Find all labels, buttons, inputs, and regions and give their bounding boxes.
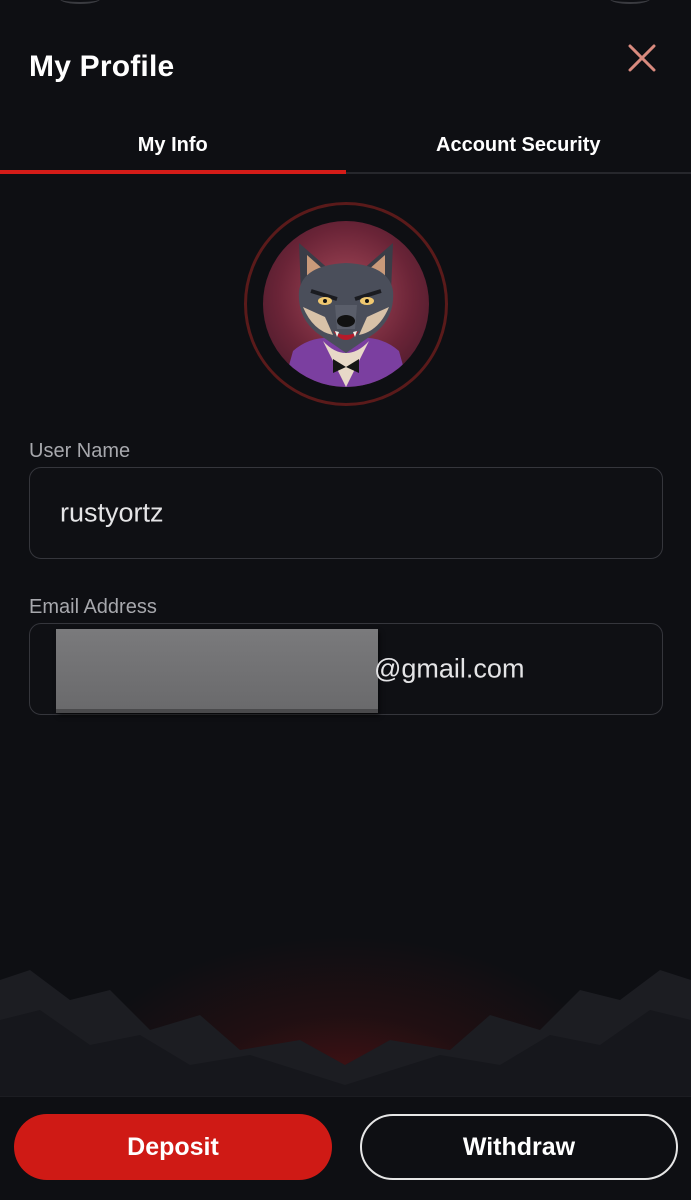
tab-label: Account Security <box>436 133 601 156</box>
withdraw-button[interactable]: Withdraw <box>360 1114 678 1180</box>
username-field[interactable]: rustyortz <box>29 467 663 559</box>
deposit-button[interactable]: Deposit <box>14 1114 332 1180</box>
withdraw-label: Withdraw <box>462 1132 576 1161</box>
page-title: My Profile <box>29 50 175 83</box>
close-icon <box>628 44 656 72</box>
redaction-block <box>56 629 378 713</box>
avatar[interactable] <box>263 221 429 387</box>
status-decoration <box>60 0 100 4</box>
close-button[interactable] <box>620 36 664 80</box>
tab-account-security[interactable]: Account Security <box>346 118 691 172</box>
tab-my-info[interactable]: My Info <box>0 118 346 174</box>
wolf-avatar-icon <box>283 243 409 387</box>
username-label: User Name <box>29 440 131 462</box>
deposit-label: Deposit <box>127 1132 219 1161</box>
status-decoration <box>610 0 650 4</box>
mountain-silhouette <box>0 970 691 1100</box>
profile-screen: My Profile My Info Account Security User… <box>0 0 691 1200</box>
profile-tabs: My Info Account Security <box>0 118 691 174</box>
username-value: rustyortz <box>60 497 164 528</box>
email-field[interactable]: @gmail.com <box>29 623 663 715</box>
tab-label: My Info <box>137 133 208 156</box>
email-value: @gmail.com <box>374 653 525 684</box>
email-label: Email Address <box>29 596 157 618</box>
